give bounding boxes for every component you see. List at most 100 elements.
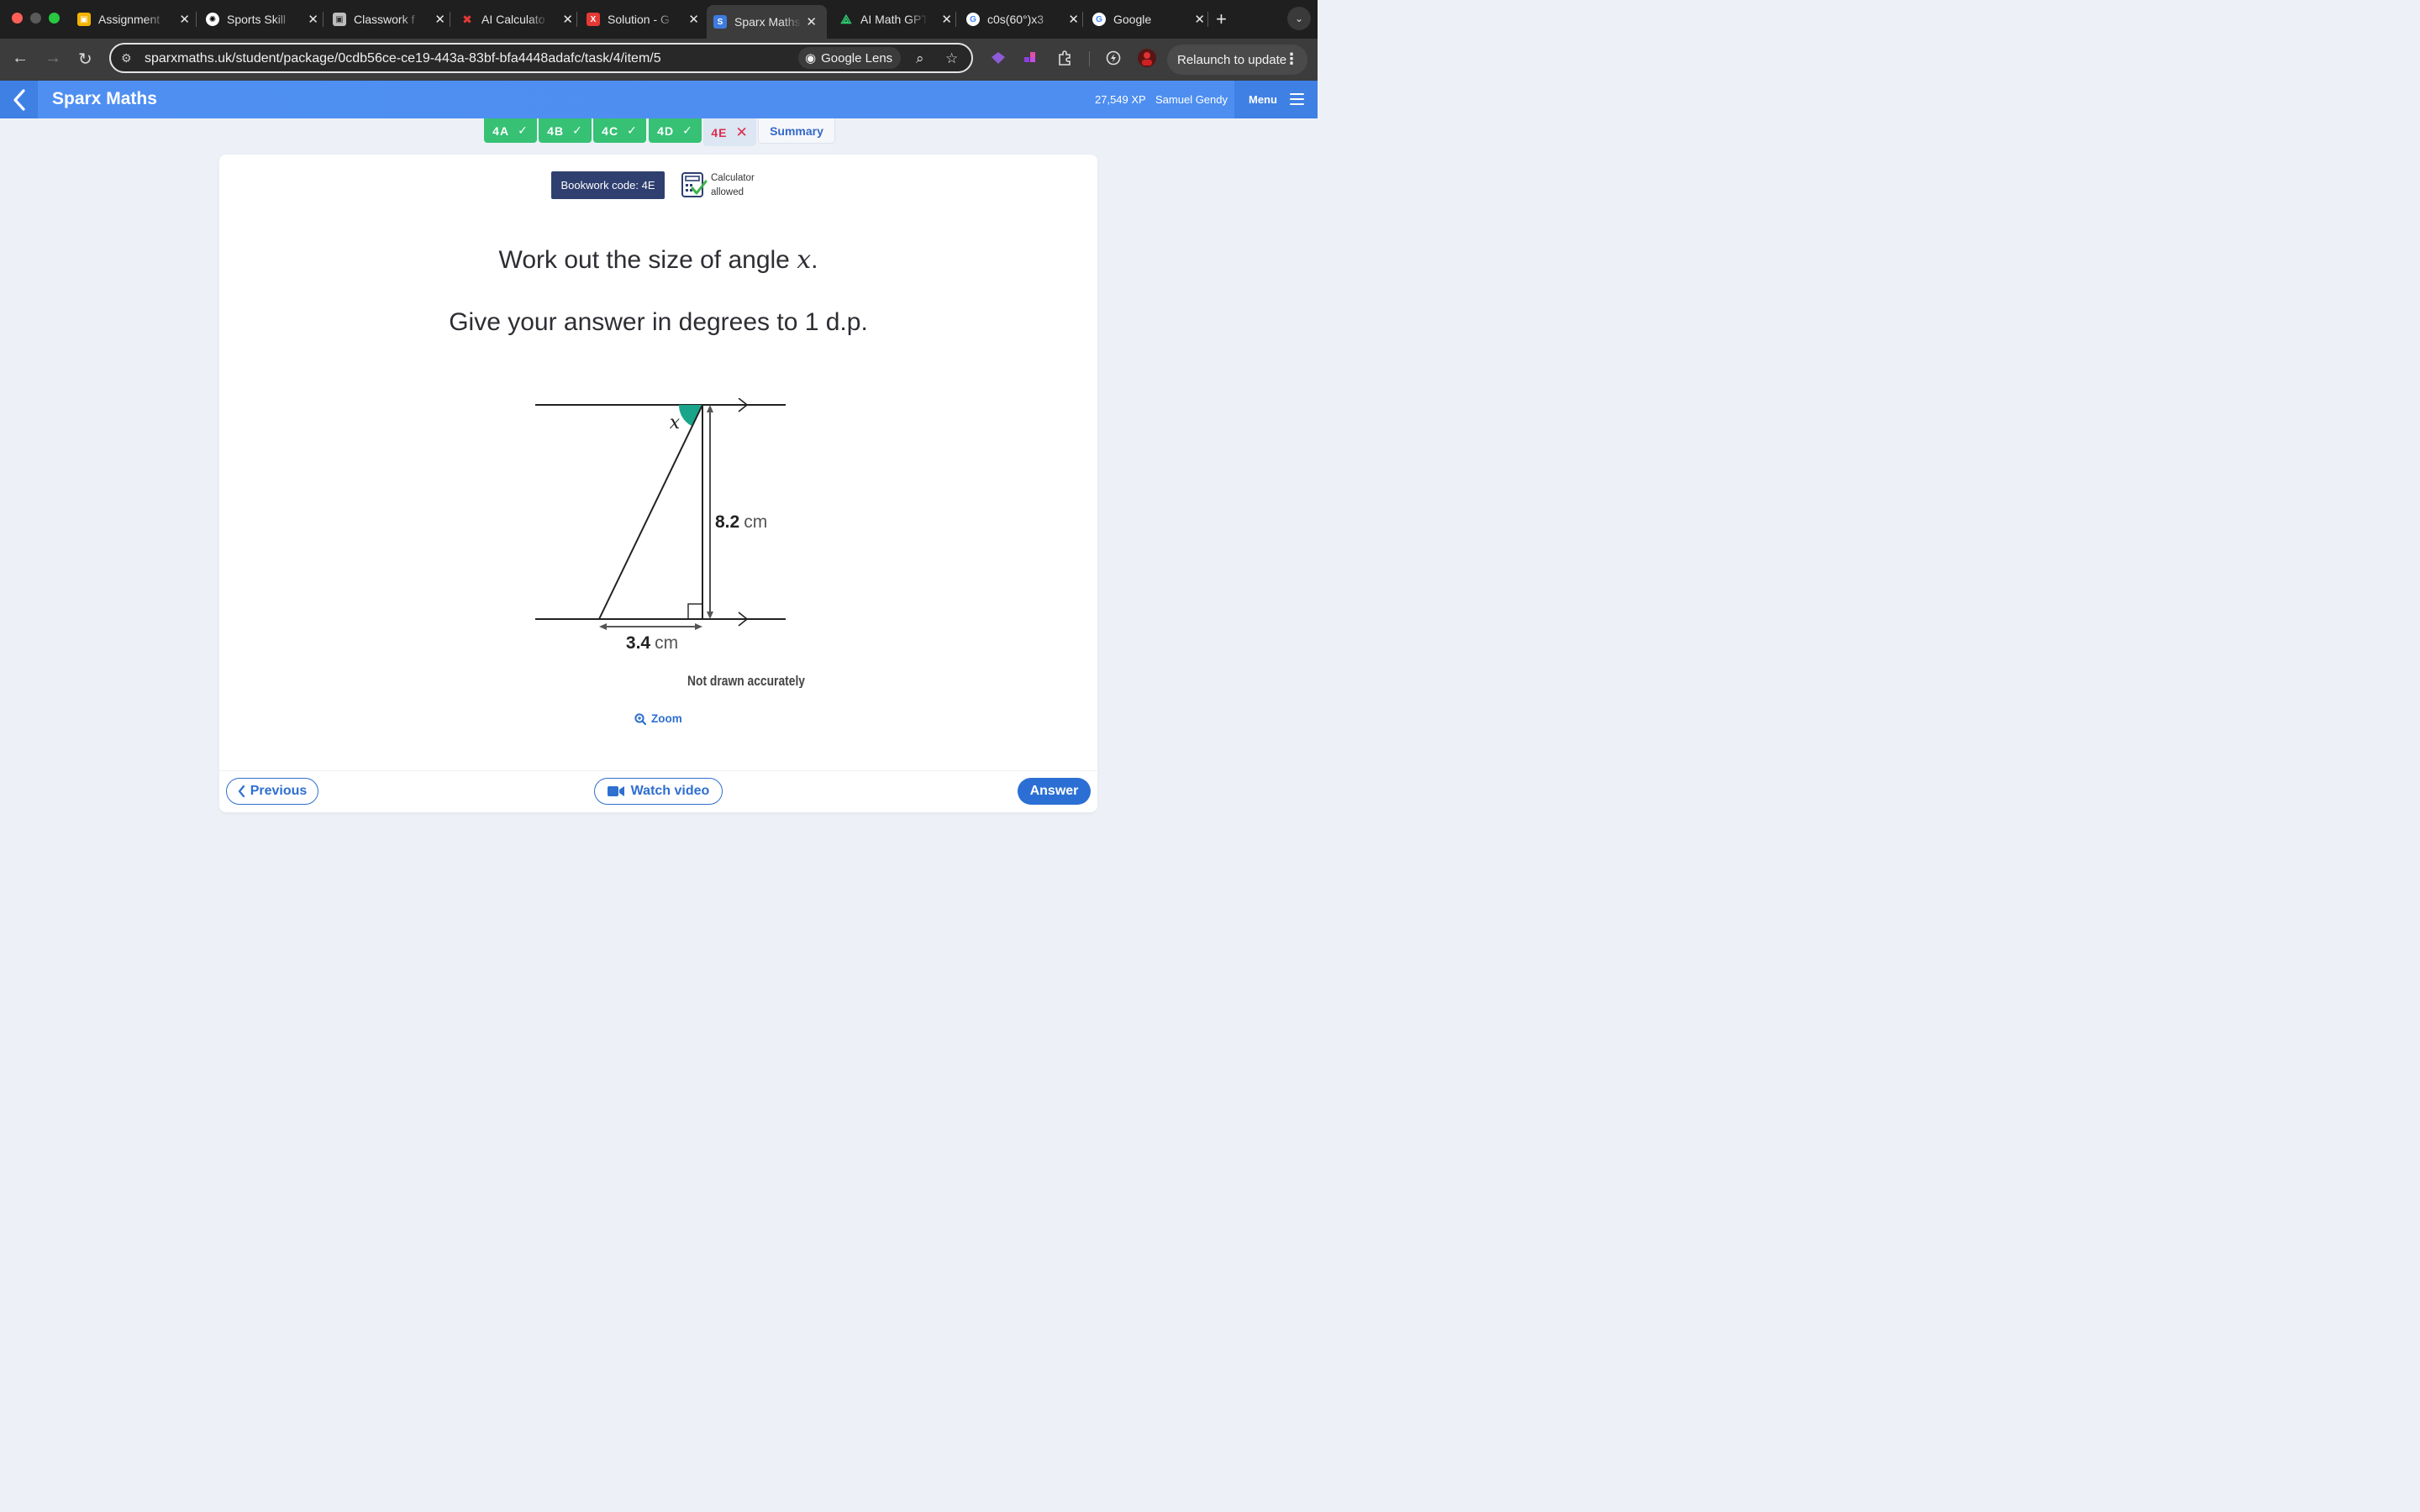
google-lens-button[interactable]: ◉ Google Lens (798, 47, 902, 69)
task-tab-label: Summary (770, 123, 823, 138)
task-tab-label: 4C (602, 123, 619, 138)
not-drawn-accurately-note: Not drawn accurately (687, 673, 805, 688)
extensions-puzzle-icon[interactable] (1056, 50, 1073, 66)
tab-separator (576, 12, 577, 27)
relaunch-label: Relaunch to update (1177, 52, 1287, 67)
right-angle-mark (687, 603, 703, 620)
arrow-left-icon (599, 623, 607, 630)
xp-counter: 27,549 XP (1095, 93, 1146, 106)
more-vertical-icon[interactable]: ⋮ (1284, 50, 1299, 68)
close-tab-icon[interactable]: ✕ (308, 12, 318, 27)
question-text: Work out the size of angle (498, 246, 797, 274)
previous-button[interactable]: Previous (226, 778, 318, 805)
angle-label: x (670, 412, 681, 433)
url-text[interactable]: sparxmaths.uk/student/package/0cdb56ce-c… (145, 51, 661, 66)
browser-tab-sparx-maths[interactable]: S Sparx Maths ✕ (707, 5, 827, 39)
cross-icon: ✕ (735, 123, 749, 140)
zoom-label: Zoom (651, 712, 682, 725)
back-chevron-icon[interactable] (0, 81, 38, 118)
previous-label: Previous (250, 784, 308, 798)
openai-icon: ✺ (206, 13, 219, 26)
new-tab-button[interactable]: + (1216, 8, 1227, 30)
tab-search-button[interactable]: ⌄ (1287, 7, 1311, 30)
tab-title: AI Calculato (481, 13, 545, 26)
watch-video-label: Watch video (630, 784, 710, 798)
browser-tab-google[interactable]: G Google ✕ (1092, 7, 1210, 32)
close-tab-icon[interactable]: ✕ (941, 12, 952, 27)
close-tab-icon[interactable]: ✕ (688, 12, 699, 27)
browser-tab-ai-calculator[interactable]: ✖ AI Calculato ✕ (460, 7, 578, 32)
tab-title: Google (1113, 13, 1152, 26)
minimize-window-button[interactable] (30, 13, 41, 24)
question-line-2: Give your answer in degrees to 1 d.p. (449, 308, 868, 336)
address-bar[interactable]: ⚙ sparxmaths.uk/student/package/0cdb56ce… (109, 43, 973, 73)
browser-tab-solution[interactable]: X Solution - G ✕ (587, 7, 704, 32)
tab-title: Sports Skill (227, 13, 287, 26)
check-icon: ✓ (627, 123, 638, 137)
tab-separator (323, 12, 324, 27)
tab-title: Classwork f (354, 13, 415, 26)
site-settings-icon[interactable]: ⚙ (121, 51, 132, 66)
extension-blocks-icon[interactable] (1023, 50, 1039, 66)
task-tab-label: 4D (657, 123, 675, 138)
browser-tab-google-search[interactable]: G c0s(60°)x3 ✕ (966, 7, 1084, 32)
bookwork-code: Bookwork code: 4E (551, 171, 665, 199)
task-tab-4c[interactable]: 4C ✓ (593, 118, 646, 143)
close-tab-icon[interactable]: ✕ (1068, 12, 1079, 27)
close-tab-icon[interactable]: ✕ (434, 12, 445, 27)
sparx-brand[interactable]: Sparx Maths (52, 89, 157, 109)
close-tab-icon[interactable]: ✕ (806, 14, 817, 29)
task-tab-4d[interactable]: 4D ✓ (649, 118, 702, 143)
close-tab-icon[interactable]: ✕ (562, 12, 573, 27)
card-divider (219, 770, 1097, 771)
zoom-magnifier-icon[interactable]: ⌕ (916, 50, 924, 67)
tab-title: AI Math GPT (860, 13, 928, 26)
menu-button[interactable]: Menu (1234, 81, 1318, 118)
task-tab-4a[interactable]: 4A ✓ (484, 118, 537, 143)
answer-button[interactable]: Answer (1018, 778, 1091, 805)
angle-x-sector (678, 405, 702, 426)
tab-title: Sparx Maths (734, 15, 801, 29)
gauth-icon: X (587, 13, 600, 26)
question-line-1: Work out the size of angle x. (219, 245, 1097, 275)
sparx-icon: S (713, 15, 727, 29)
toolbar-separator (1089, 51, 1090, 66)
browser-tab-ai-math-gpt[interactable]: ⟁ AI Math GPT ✕ (839, 7, 957, 32)
calculator-allowed-icon (681, 172, 708, 197)
close-tab-icon[interactable]: ✕ (179, 12, 190, 27)
task-tab-4b[interactable]: 4B ✓ (539, 118, 592, 143)
menu-label: Menu (1249, 93, 1277, 106)
browser-tab-sports-skill[interactable]: ✺ Sports Skill ✕ (206, 7, 324, 32)
extension-gem-icon[interactable] (990, 50, 1007, 66)
tab-title: Assignment (98, 13, 160, 26)
performance-icon[interactable] (1105, 50, 1122, 66)
relaunch-to-update-button[interactable]: Relaunch to update ⋮ (1167, 45, 1307, 75)
watch-video-button[interactable]: Watch video (594, 778, 723, 805)
reload-icon[interactable]: ↻ (78, 49, 92, 70)
arrow-up-icon (707, 405, 713, 412)
tab-separator (955, 12, 956, 27)
height-value: 8.2 (715, 512, 739, 532)
back-arrow-icon[interactable]: ← (12, 49, 29, 68)
profile-avatar[interactable] (1137, 48, 1157, 68)
zoom-button[interactable]: Zoom (634, 712, 682, 725)
base-unit: cm (655, 633, 678, 653)
close-tab-icon[interactable]: ✕ (1194, 12, 1205, 27)
maximize-window-button[interactable] (49, 13, 60, 24)
forward-arrow-icon[interactable]: → (45, 49, 61, 68)
tab-separator (196, 12, 197, 27)
math-gpt-icon: ⟁ (840, 12, 852, 27)
close-window-button[interactable] (12, 13, 23, 24)
bookmark-star-icon[interactable]: ☆ (945, 50, 958, 67)
arrow-down-icon (707, 612, 713, 619)
question-variable: x (797, 245, 812, 275)
question-punctuation: . (811, 246, 818, 274)
question-card: Bookwork code: 4E Calculator allowed Wor… (219, 155, 1097, 812)
triangle-diagram[interactable]: x 8.2 cm 3.4 cm Not drawn accurately (530, 398, 808, 688)
task-tab-summary[interactable]: Summary (758, 118, 835, 144)
browser-tab-assignment[interactable]: ▣ Assignment ✕ (77, 7, 195, 32)
check-icon: ✓ (572, 123, 583, 137)
browser-tab-classwork[interactable]: ▣ Classwork f ✕ (333, 7, 450, 32)
google-icon: G (1092, 13, 1106, 26)
task-tab-4e[interactable]: 4E ✕ (703, 118, 756, 146)
